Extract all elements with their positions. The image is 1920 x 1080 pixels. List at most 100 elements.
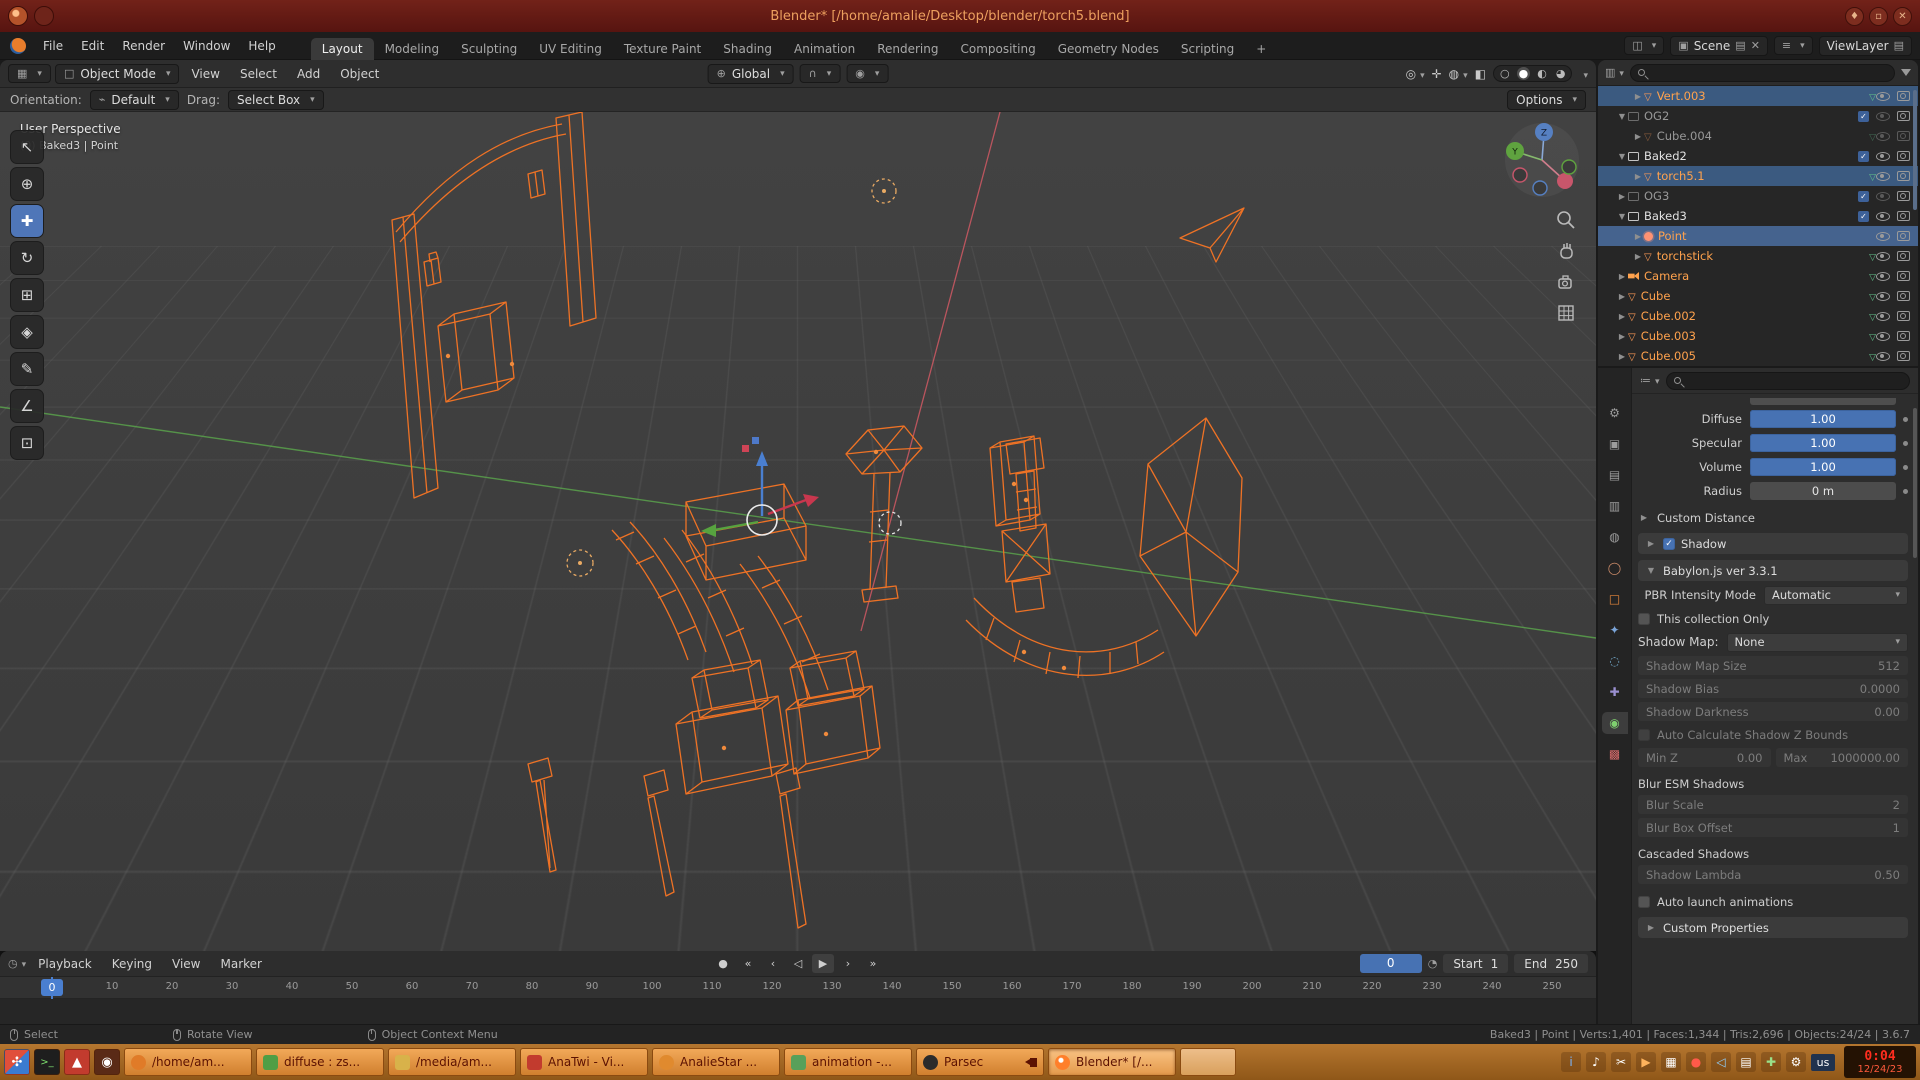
properties-tab-modifiers[interactable]: ✦ <box>1602 619 1628 641</box>
properties-tab-data[interactable]: ◉ <box>1602 712 1628 734</box>
render-visibility-icon[interactable] <box>1897 311 1910 321</box>
transform-tool[interactable]: ◈ <box>10 315 44 349</box>
expand-icon[interactable] <box>1632 92 1644 101</box>
settings-tray-icon[interactable]: ⚙ <box>1786 1052 1806 1072</box>
music-tray-icon[interactable]: ♪ <box>1586 1052 1606 1072</box>
measure-tool[interactable]: ∠ <box>10 389 44 423</box>
auto-launch-checkbox[interactable] <box>1638 896 1650 908</box>
outliner-row-cube003[interactable]: Cube.003 <box>1598 326 1918 346</box>
volume-slider[interactable]: 1.00 <box>1750 458 1896 476</box>
app-launcher-icon[interactable]: ✣ <box>4 1049 30 1075</box>
object-name[interactable]: Cube.005 <box>1641 349 1865 363</box>
outliner-scrollbar[interactable] <box>1913 90 1917 210</box>
close-button[interactable]: ✕ <box>1893 7 1912 26</box>
gizmo-toggle-icon[interactable]: ✛ <box>1432 67 1442 81</box>
wm-menu-button[interactable]: ♦ <box>1845 7 1864 26</box>
tab-animation[interactable]: Animation <box>783 38 866 60</box>
properties-tab-object[interactable]: □ <box>1602 588 1628 610</box>
outliner-row-og3[interactable]: OG3 <box>1598 186 1918 206</box>
animate-dot[interactable] <box>1903 465 1908 470</box>
tab-texture-paint[interactable]: Texture Paint <box>613 38 712 60</box>
taskbar-window-blank[interactable] <box>1180 1048 1236 1076</box>
hide-eye-icon[interactable] <box>1876 312 1890 321</box>
hide-eye-icon[interactable] <box>1876 252 1890 261</box>
expand-icon[interactable] <box>1632 172 1644 181</box>
tab-geometry-nodes[interactable]: Geometry Nodes <box>1047 38 1170 60</box>
snapping-dropdown[interactable]: ∩ <box>800 64 841 83</box>
hide-eye-icon[interactable] <box>1876 212 1890 221</box>
drag-setting-dropdown[interactable]: Select Box <box>228 90 324 110</box>
menu-edit[interactable]: Edit <box>72 36 113 56</box>
properties-tab-scene[interactable]: ◍ <box>1602 526 1628 548</box>
tab-shading[interactable]: Shading <box>712 38 783 60</box>
collection-name[interactable]: Baked2 <box>1644 149 1858 163</box>
properties-tab-viewlayer[interactable]: ▥ <box>1602 495 1628 517</box>
properties-tab-material[interactable]: ▩ <box>1602 743 1628 765</box>
outliner-row-baked3[interactable]: Baked3 <box>1598 206 1918 226</box>
play-button[interactable]: ▶ <box>812 954 834 973</box>
render-visibility-icon[interactable] <box>1897 211 1910 221</box>
expand-icon[interactable] <box>1616 292 1628 301</box>
outliner-row-baked2[interactable]: Baked2 <box>1598 146 1918 166</box>
taskbar-window-home[interactable]: /home/am... <box>124 1048 252 1076</box>
hide-eye-icon[interactable] <box>1876 172 1890 181</box>
properties-tab-render[interactable]: ▣ <box>1602 433 1628 455</box>
menu-add[interactable]: Add <box>289 64 328 84</box>
jump-to-start-button[interactable]: « <box>737 954 759 973</box>
specular-slider[interactable]: 1.00 <box>1750 434 1896 452</box>
taskbar-window-diffuse[interactable]: diffuse : zs... <box>256 1048 384 1076</box>
menu-object[interactable]: Object <box>332 64 387 84</box>
render-visibility-icon[interactable] <box>1897 271 1910 281</box>
outliner-row-torch51[interactable]: torch5.1 <box>1598 166 1918 186</box>
expand-icon[interactable] <box>1616 352 1628 361</box>
overlays-toggle-icon[interactable]: ◍ <box>1449 67 1468 81</box>
outliner-row-cube005[interactable]: Cube.005 <box>1598 346 1918 366</box>
zoom-icon[interactable] <box>1554 208 1578 232</box>
minimize-button[interactable]: ▫ <box>1869 7 1888 26</box>
camera-view-icon[interactable] <box>1554 270 1578 294</box>
tab-scripting[interactable]: Scripting <box>1170 38 1245 60</box>
taskbar-clock[interactable]: 0:04 12/24/23 <box>1844 1046 1916 1078</box>
outliner-row-torchstick[interactable]: torchstick <box>1598 246 1918 266</box>
expand-icon[interactable] <box>1638 513 1650 522</box>
taskbar-window-analiestar[interactable]: AnalieStar ... <box>652 1048 780 1076</box>
properties-tab-physics[interactable]: ◌ <box>1602 650 1628 672</box>
annotate-tool[interactable]: ✎ <box>10 352 44 386</box>
timeline-ruler[interactable]: 0 10 20 30 40 50 60 70 80 90 100 110 120… <box>0 977 1596 999</box>
animate-dot[interactable] <box>1903 417 1908 422</box>
tab-sculpting[interactable]: Sculpting <box>450 38 528 60</box>
show-object-types-dropdown[interactable]: ◎ <box>1406 67 1425 81</box>
auto-key-button[interactable]: ● <box>712 954 734 973</box>
properties-tab-constraints[interactable]: ✚ <box>1602 681 1628 703</box>
render-visibility-icon[interactable] <box>1897 231 1910 241</box>
object-name[interactable]: Cube.004 <box>1657 129 1865 143</box>
collection-name[interactable]: OG3 <box>1644 189 1858 203</box>
shading-options-dropdown[interactable] <box>1579 67 1588 81</box>
cursor-tool[interactable]: ⊕ <box>10 167 44 201</box>
expand-icon[interactable] <box>1616 152 1628 161</box>
collection-only-row[interactable]: This collection Only <box>1638 609 1908 628</box>
menu-view-timeline[interactable]: View <box>164 954 208 974</box>
3d-viewport-canvas[interactable]: User Perspective (0) Baked3 | Point ↖ ⊕ … <box>0 112 1596 951</box>
properties-tab-output[interactable]: ▤ <box>1602 464 1628 486</box>
custom-distance-row[interactable]: Custom Distance <box>1638 508 1908 527</box>
expand-icon[interactable] <box>1616 312 1628 321</box>
options-dropdown[interactable]: Options <box>1507 90 1586 110</box>
move-tool[interactable]: ✚ <box>10 204 44 238</box>
gimp-icon[interactable]: ◉ <box>94 1049 120 1075</box>
expand-icon[interactable] <box>1645 539 1657 548</box>
new-viewlayer-icon[interactable]: ▤ <box>1894 39 1904 52</box>
expand-icon[interactable] <box>1616 332 1628 341</box>
outliner-row-og2[interactable]: OG2 <box>1598 106 1918 126</box>
outliner-search-input[interactable] <box>1630 64 1895 82</box>
outliner-display-mode-dropdown[interactable]: ▥ <box>1605 66 1624 79</box>
properties-scrollbar[interactable] <box>1913 408 1917 558</box>
taskbar-window-animation[interactable]: animation -... <box>784 1048 912 1076</box>
current-frame-field[interactable]: 0 <box>1360 954 1422 973</box>
tab-uv-editing[interactable]: UV Editing <box>528 38 613 60</box>
hide-eye-icon[interactable] <box>1876 272 1890 281</box>
record-tray-icon[interactable]: ● <box>1686 1052 1706 1072</box>
scene-browse-icon[interactable]: ◫ <box>1624 36 1664 55</box>
toggle-perspective-grid-icon[interactable] <box>1554 301 1578 325</box>
playhead-frame-badge[interactable]: 0 <box>41 979 63 996</box>
